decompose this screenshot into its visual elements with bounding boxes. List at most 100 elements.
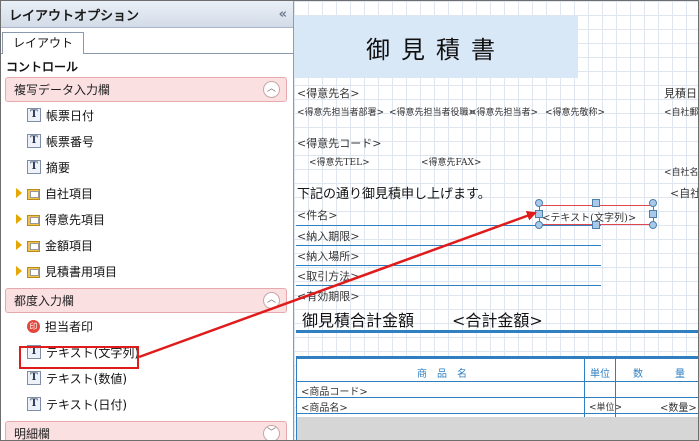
unit-field[interactable]: <単位> [589,400,622,413]
group-label: 都度入力欄 [14,294,75,308]
control-item-label: テキスト(日付) [46,397,128,412]
customer-honorific-field[interactable]: <得意先敬称> [545,105,605,118]
group-label: 明細欄 [14,427,51,440]
control-item-label: 担当者印 [45,319,94,334]
customer-code-field[interactable]: <得意先コード> [297,135,381,151]
table-col-divider [584,359,585,417]
resize-handle[interactable] [592,221,600,229]
control-item-label: 摘要 [46,160,71,175]
folder-icon [27,213,40,226]
control-item-person-seal[interactable]: 印 担当者印 [1,313,293,339]
folder-item-quote[interactable]: 見積書用項目 [1,258,293,284]
field-underline [296,265,601,266]
customer-fax-field[interactable]: <得意先FAX> [421,155,481,168]
quantity-field[interactable]: <数量> [660,399,697,414]
control-item-label: 帳票番号 [46,134,95,149]
control-item-document-number[interactable]: T 帳票番号 [1,128,293,154]
total-underline [296,330,698,333]
folder-item-label: 得意先項目 [45,212,106,227]
table-row-divider [297,397,698,398]
expand-triangle-icon[interactable] [16,214,22,224]
callout-highlight-box [19,346,139,369]
folder-icon [27,265,40,278]
folder-item-customer[interactable]: 得意先項目 [1,206,293,232]
intro-text[interactable]: 下記の通り御見積申し上げます。 [297,183,491,202]
group-header-each-time-input[interactable]: 都度入力欄 ︿ [5,288,287,313]
company-field[interactable]: <自社 [670,185,698,201]
table-row-divider [297,413,698,414]
control-item-document-date[interactable]: T 帳票日付 [1,102,293,128]
table-row-divider [297,381,698,382]
collapse-panel-icon[interactable]: « [279,7,288,22]
folder-item-label: 見積書用項目 [45,264,118,279]
chevron-up-icon[interactable]: ︿ [263,292,280,309]
payment-method-field[interactable]: <取引方法> [297,268,359,284]
group-header-detail[interactable]: 明細欄 ﹀ [5,421,287,440]
resize-handle[interactable] [535,221,543,229]
text-control-icon: T [27,371,41,385]
delivery-deadline-field[interactable]: <納入期限> [297,228,359,244]
text-control-icon: T [27,397,41,411]
table-header-quantity: 数 [633,369,643,380]
product-code-field[interactable]: <商品コード> [301,383,368,398]
layout-options-panel: レイアウトオプション « レイアウト コントロール 複写データ入力欄 ︿ T 帳… [1,1,294,440]
folder-item-label: 金額項目 [45,238,94,253]
customer-department-field[interactable]: <得意先担当者部署> [297,105,384,118]
folder-icon [27,187,40,200]
resize-handle[interactable] [649,199,657,207]
table-header-product-name: 商 品 名 [417,369,467,380]
panel-title-bar: レイアウトオプション « [1,1,293,28]
controls-heading: コントロール [6,60,79,74]
resize-handle[interactable] [535,210,543,218]
table-header-quantity-2: 量 [675,369,685,380]
tab-strip: レイアウト [1,28,293,54]
selected-text-control-label: <テキスト(文字列)> [542,213,637,224]
company-name-field[interactable]: <自社名 [664,165,698,178]
control-item-summary[interactable]: T 摘要 [1,154,293,180]
control-item-label: 帳票日付 [46,108,95,123]
group-header-copy-data[interactable]: 複写データ入力欄 ︿ [5,77,287,102]
text-control-icon: T [27,108,41,122]
table-header-unit: 単位 [590,369,610,380]
chevron-down-icon[interactable]: ﹀ [263,425,280,440]
company-postal-field[interactable]: <自社郵 [664,105,698,118]
resize-handle[interactable] [592,199,600,207]
expand-triangle-icon[interactable] [16,188,22,198]
customer-person-field[interactable]: <得意先担当者> [469,105,538,118]
table-col-divider [615,359,616,417]
customer-tel-field[interactable]: <得意先TEL> [309,155,370,168]
text-control-icon: T [27,160,41,174]
folder-icon [27,239,40,252]
panel-title: レイアウトオプション [9,8,140,24]
control-item-text-date[interactable]: T テキスト(日付) [1,391,293,417]
tab-layout[interactable]: レイアウト [2,32,85,54]
resize-handle[interactable] [535,199,543,207]
expand-triangle-icon[interactable] [16,266,22,276]
customer-name-field[interactable]: <得意先名> [297,85,359,101]
quote-date-field[interactable]: 見積日 [664,85,697,101]
field-underline [296,285,601,286]
document-title[interactable]: 御見積書 [294,16,578,78]
product-name-field[interactable]: <商品名> [301,399,348,414]
group-label: 複写データ入力欄 [14,83,111,97]
folder-item-label: 自社項目 [45,186,94,201]
text-control-icon: T [27,134,41,148]
layout-editor-window: レイアウトオプション « レイアウト コントロール 複写データ入力欄 ︿ T 帳… [0,0,699,441]
chevron-up-icon[interactable]: ︿ [263,81,280,98]
resize-handle[interactable] [649,210,657,218]
folder-item-amount[interactable]: 金額項目 [1,232,293,258]
control-item-label: テキスト(数値) [46,371,128,386]
seal-icon: 印 [27,319,40,333]
field-underline [296,245,601,246]
resize-handle[interactable] [649,221,657,229]
customer-position-field[interactable]: <得意先担当者役職> [389,105,476,118]
subject-field[interactable]: <件名> [297,207,337,223]
folder-item-company[interactable]: 自社項目 [1,180,293,206]
validity-field[interactable]: <有効期限> [297,288,359,304]
total-amount-label[interactable]: 御見積合計金額 [302,307,414,331]
total-amount-field[interactable]: <合計金額> [452,307,543,331]
expand-triangle-icon[interactable] [16,240,22,250]
layout-canvas[interactable]: 御見積書 <得意先名> <得意先担当者部署> <得意先担当者役職> <得意先担当… [294,1,698,440]
delivery-place-field[interactable]: <納入場所> [297,248,359,264]
detail-table[interactable]: 商 品 名 単位 数 量 <商品コード> <商品名> <単位> <数量> [296,356,698,440]
